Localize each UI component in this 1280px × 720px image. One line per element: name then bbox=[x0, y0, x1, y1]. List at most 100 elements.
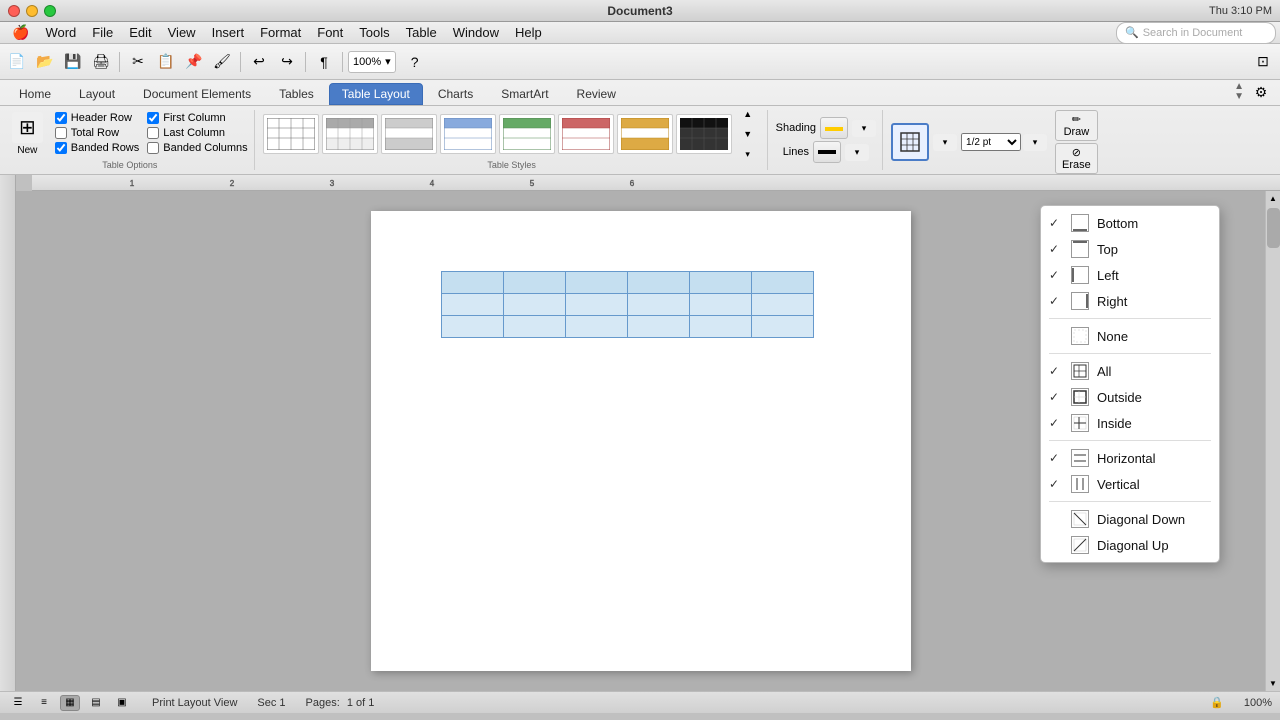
table-cell[interactable] bbox=[627, 316, 689, 338]
erase-border-btn[interactable]: ⊘ Erase bbox=[1055, 143, 1098, 174]
line-width-select[interactable]: 1/2 pt 1 pt 1.5 pt 2 pt bbox=[961, 133, 1021, 151]
status-view3-btn[interactable]: ▣ bbox=[112, 695, 132, 711]
table-cell[interactable] bbox=[503, 272, 565, 294]
border-diagonal-down-item[interactable]: Diagonal Down bbox=[1041, 506, 1219, 532]
styles-scroll-up[interactable]: ▲ bbox=[735, 110, 761, 123]
table-cell[interactable] bbox=[441, 316, 503, 338]
header-row-input[interactable] bbox=[55, 112, 67, 124]
close-button[interactable] bbox=[8, 5, 20, 17]
border-diagonal-up-item[interactable]: Diagonal Up bbox=[1041, 532, 1219, 558]
total-row-cb[interactable]: Total Row bbox=[55, 127, 140, 139]
ts-btn-5[interactable] bbox=[499, 114, 555, 154]
table-cell[interactable] bbox=[565, 294, 627, 316]
help-btn[interactable]: ? bbox=[402, 49, 428, 75]
border-all-item[interactable]: ✓ All bbox=[1041, 358, 1219, 384]
menu-window[interactable]: Window bbox=[445, 23, 507, 42]
ribbon-nav[interactable]: ▲ ▼ bbox=[1234, 82, 1244, 102]
border-outside-item[interactable]: ✓ Outside bbox=[1041, 384, 1219, 410]
banded-columns-input[interactable] bbox=[147, 142, 159, 154]
table-cell[interactable] bbox=[689, 316, 751, 338]
open-btn[interactable]: 📂 bbox=[32, 49, 58, 75]
table-cell[interactable] bbox=[751, 294, 813, 316]
cut-btn[interactable]: ✂ bbox=[125, 49, 151, 75]
apple-menu[interactable]: 🍎 bbox=[4, 22, 37, 43]
banded-rows-cb[interactable]: Banded Rows bbox=[55, 142, 140, 154]
tab-document-elements[interactable]: Document Elements bbox=[130, 83, 264, 105]
border-horizontal-item[interactable]: ✓ Horizontal bbox=[1041, 445, 1219, 471]
table-cell[interactable] bbox=[441, 272, 503, 294]
tab-layout[interactable]: Layout bbox=[66, 83, 128, 105]
table-cell[interactable] bbox=[751, 272, 813, 294]
pilcrow-btn[interactable]: ¶ bbox=[311, 49, 337, 75]
borders-btn[interactable] bbox=[891, 123, 929, 161]
banded-rows-input[interactable] bbox=[55, 142, 67, 154]
table-cell[interactable] bbox=[441, 294, 503, 316]
styles-more[interactable]: ▾ bbox=[735, 145, 761, 158]
border-bottom-item[interactable]: ✓ Bottom bbox=[1041, 210, 1219, 236]
tab-table-layout[interactable]: Table Layout bbox=[329, 83, 423, 105]
undo-btn[interactable]: ↩ bbox=[246, 49, 272, 75]
zoom-box[interactable]: 100% ▾ bbox=[348, 51, 396, 73]
line-width-dropdown[interactable]: ▾ bbox=[1023, 134, 1047, 151]
ts-btn-6[interactable] bbox=[558, 114, 614, 154]
lines-color-btn[interactable] bbox=[813, 141, 841, 163]
shading-dropdown-btn[interactable]: ▾ bbox=[852, 120, 876, 137]
first-column-input[interactable] bbox=[147, 112, 159, 124]
tab-smartart[interactable]: SmartArt bbox=[488, 83, 561, 105]
table-cell[interactable] bbox=[627, 294, 689, 316]
menu-word[interactable]: Word bbox=[37, 23, 84, 42]
table-cell[interactable] bbox=[689, 294, 751, 316]
tab-charts[interactable]: Charts bbox=[425, 83, 486, 105]
scrollbar-down[interactable]: ▼ bbox=[1266, 676, 1280, 691]
maximize-button[interactable] bbox=[44, 5, 56, 17]
draw-border-btn[interactable]: ✏ Draw bbox=[1055, 110, 1098, 141]
redo-btn[interactable]: ↪ bbox=[274, 49, 300, 75]
table-cell[interactable] bbox=[751, 316, 813, 338]
paste-btn[interactable]: 📌 bbox=[181, 49, 207, 75]
menu-view[interactable]: View bbox=[160, 23, 204, 42]
new-table-btn[interactable]: ⊞ bbox=[12, 112, 43, 143]
tab-home[interactable]: Home bbox=[6, 83, 64, 105]
border-left-item[interactable]: ✓ Left bbox=[1041, 262, 1219, 288]
search-box[interactable]: 🔍 Search in Document bbox=[1116, 22, 1276, 44]
borders-dropdown-arrow[interactable]: ▾ bbox=[933, 134, 957, 151]
document-table[interactable] bbox=[441, 271, 814, 338]
menu-file[interactable]: File bbox=[84, 23, 121, 42]
styles-scroll-down[interactable]: ▼ bbox=[735, 125, 761, 143]
menu-tools[interactable]: Tools bbox=[351, 23, 397, 42]
lines-dropdown-btn[interactable]: ▾ bbox=[845, 144, 869, 161]
last-column-cb[interactable]: Last Column bbox=[147, 127, 247, 139]
status-view-btn[interactable]: ▦ bbox=[60, 695, 80, 711]
save-btn[interactable]: 💾 bbox=[60, 49, 86, 75]
scrollbar-up[interactable]: ▲ bbox=[1266, 191, 1280, 206]
border-top-item[interactable]: ✓ Top bbox=[1041, 236, 1219, 262]
table-cell[interactable] bbox=[627, 272, 689, 294]
ts-btn-3[interactable] bbox=[381, 114, 437, 154]
vertical-scrollbar[interactable]: ▲ ▼ bbox=[1265, 191, 1280, 691]
tab-review[interactable]: Review bbox=[564, 83, 629, 105]
menu-help[interactable]: Help bbox=[507, 23, 550, 42]
table-cell[interactable] bbox=[689, 272, 751, 294]
scrollbar-thumb[interactable] bbox=[1267, 208, 1280, 248]
menu-edit[interactable]: Edit bbox=[121, 23, 159, 42]
status-list-btn[interactable]: ☰ bbox=[8, 695, 28, 711]
table-cell[interactable] bbox=[503, 316, 565, 338]
menu-format[interactable]: Format bbox=[252, 23, 309, 42]
new-btn[interactable]: 📄 bbox=[4, 49, 30, 75]
table-cell[interactable] bbox=[503, 294, 565, 316]
status-list2-btn[interactable]: ≡ bbox=[34, 695, 54, 711]
ts-btn-1[interactable] bbox=[263, 114, 319, 154]
last-column-input[interactable] bbox=[147, 127, 159, 139]
format-painter-btn[interactable]: 🖌 bbox=[209, 49, 235, 75]
ts-btn-dark[interactable] bbox=[676, 114, 732, 154]
ts-btn-4[interactable] bbox=[440, 114, 496, 154]
total-row-input[interactable] bbox=[55, 127, 67, 139]
menu-insert[interactable]: Insert bbox=[204, 23, 253, 42]
border-right-item[interactable]: ✓ Right bbox=[1041, 288, 1219, 314]
first-column-cb[interactable]: First Column bbox=[147, 112, 247, 124]
tab-tables[interactable]: Tables bbox=[266, 83, 327, 105]
ribbon-down-arrow[interactable]: ▼ bbox=[1234, 92, 1244, 102]
table-cell[interactable] bbox=[565, 316, 627, 338]
border-vertical-item[interactable]: ✓ Vertical bbox=[1041, 471, 1219, 497]
copy-btn[interactable]: 📋 bbox=[153, 49, 179, 75]
